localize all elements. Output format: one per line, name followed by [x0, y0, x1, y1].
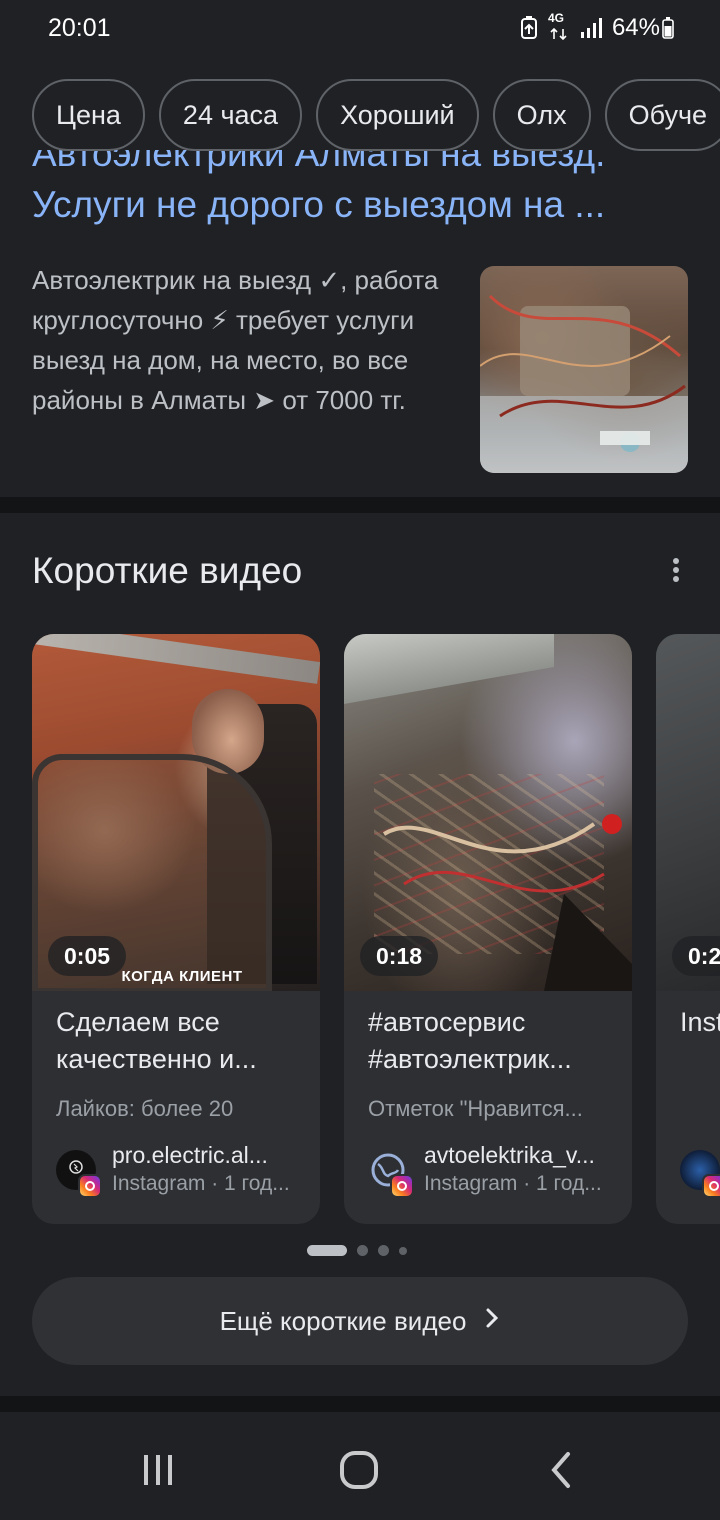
battery-icon — [662, 17, 674, 39]
video-title: Сделаем все качественно и... — [56, 1007, 257, 1074]
data-arrows-icon: 4G — [548, 11, 570, 41]
result-title-link[interactable]: Автоэлектрики Алматы на выезд. Услуги не… — [32, 150, 692, 230]
instagram-icon — [78, 1174, 102, 1198]
video-thumbnail: 0:2 — [656, 634, 720, 991]
result-title-line1: Автоэлектрики Алматы на выезд. — [32, 150, 606, 174]
pagination-dot — [357, 1245, 368, 1256]
instagram-icon — [390, 1174, 414, 1198]
video-likes: Лайков: более 20 — [56, 1096, 234, 1121]
more-short-videos-label: Ещё короткие видео — [219, 1305, 467, 1336]
pagination-dot-active — [307, 1245, 347, 1256]
video-duration: 0:18 — [360, 936, 439, 976]
video-duration: 0:2 — [672, 936, 720, 976]
author-name: avtoelektrika_v... — [424, 1142, 595, 1168]
short-videos-heading: Короткие видео — [32, 550, 303, 591]
filter-chips: Цена 24 часа Хороший Олх Обуче — [32, 79, 720, 151]
chip-good[interactable]: Хороший — [316, 79, 479, 151]
battery-saver-icon — [520, 16, 538, 40]
author-name: pro.electric.al... — [112, 1142, 268, 1168]
result-snippet: Автоэлектрик на выезд ✓, работа круглосу… — [32, 265, 439, 415]
engine-bay-image — [480, 294, 688, 473]
search-result: Автоэлектрики Алматы на выезд. Услуги не… — [0, 150, 720, 497]
search-results-page: 20:01 4G 64% Автоэлектрики Алматы на вые… — [0, 0, 720, 1520]
avatar — [56, 1150, 102, 1198]
instagram-icon — [702, 1174, 720, 1198]
more-short-videos-button[interactable]: Ещё короткие видео — [32, 1277, 688, 1365]
status-bar: 20:01 4G 64% — [0, 0, 720, 60]
avatar — [680, 1150, 720, 1198]
chip-24-hours[interactable]: 24 часа — [158, 79, 303, 151]
chip-olx[interactable]: Олх — [492, 79, 591, 151]
pagination-dot — [378, 1245, 389, 1256]
chevron-right-icon — [484, 1306, 500, 1337]
video-title: Inst by — [680, 1007, 720, 1037]
short-videos-carousel[interactable]: КОГДА КЛИЕНТ СПРАШИВАЕТ, МОЖНО ЛИ ДАТЬ Н… — [32, 634, 720, 1226]
status-time: 20:01 — [48, 14, 111, 42]
section-divider — [0, 497, 720, 513]
home-icon[interactable] — [329, 1440, 389, 1500]
pagination-dot — [399, 1246, 407, 1255]
video-author: avtoelektrika_v... Instagram · 1 год... — [368, 1142, 618, 1202]
video-thumbnail: КОГДА КЛИЕНТ СПРАШИВАЕТ, МОЖНО ЛИ ДАТЬ Н… — [32, 634, 320, 991]
back-icon[interactable] — [531, 1440, 591, 1500]
recent-apps-icon[interactable] — [128, 1440, 188, 1500]
video-duration: 0:05 — [48, 936, 127, 976]
result-title-line2: Услуги не дорого с выездом на ... — [32, 184, 606, 225]
battery-percent: 64% — [611, 14, 660, 41]
more-options-icon[interactable] — [660, 554, 692, 586]
video-likes: Отметок "Нравится... — [368, 1096, 583, 1121]
carousel-pagination — [307, 1245, 407, 1256]
author-source: Instagram · 1 год... — [112, 1172, 290, 1195]
video-card[interactable]: КОГДА КЛИЕНТ СПРАШИВАЕТ, МОЖНО ЛИ ДАТЬ Н… — [32, 634, 320, 1224]
chip-training[interactable]: Обуче — [604, 79, 720, 151]
signal-icon — [580, 17, 602, 39]
chip-price[interactable]: Цена — [32, 79, 145, 151]
author-source: Instagram · 1 год... — [424, 1172, 602, 1195]
video-thumbnail: 0:18 — [344, 634, 632, 991]
video-title: #автосервис #автоэлектрик... — [368, 1007, 572, 1074]
system-nav-bar — [0, 1412, 720, 1520]
result-title-clip: Автоэлектрики Алматы на выезд. Услуги не… — [32, 150, 692, 242]
section-divider — [0, 1396, 720, 1412]
video-author — [680, 1146, 720, 1202]
video-author: pro.electric.al... Instagram · 1 год... — [56, 1142, 306, 1202]
status-icons: 4G 64% — [520, 11, 674, 42]
video-card[interactable]: 0:2 Inst by — [656, 634, 720, 1224]
result-thumbnail[interactable] — [480, 266, 688, 473]
video-card[interactable]: 0:18 #автосервис #автоэлектрик... Отмето… — [344, 634, 632, 1224]
globe-icon — [368, 1150, 414, 1198]
